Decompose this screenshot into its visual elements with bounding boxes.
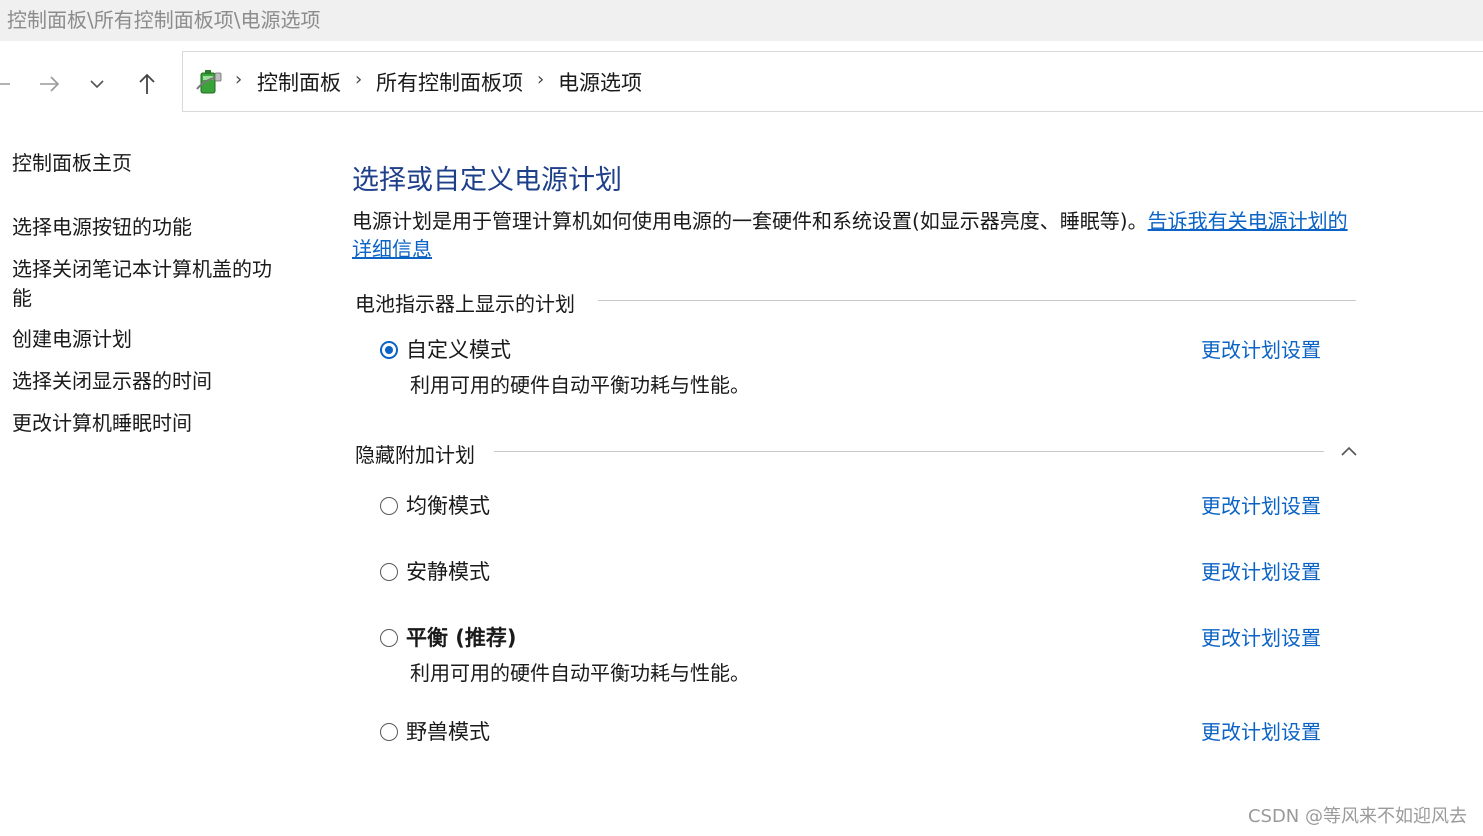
sidebar-item-lid-close-cont[interactable]: 能 bbox=[12, 284, 32, 313]
sidebar-item-display-off[interactable]: 选择关闭显示器的时间 bbox=[12, 367, 212, 396]
window-titlebar: 控制面板\所有控制面板项\电源选项 bbox=[0, 0, 1483, 41]
chevron-up-icon[interactable] bbox=[1338, 441, 1360, 461]
sidebar-item-create-plan[interactable]: 创建电源计划 bbox=[12, 325, 132, 354]
power-options-icon bbox=[195, 67, 223, 97]
breadcrumb-separator: › bbox=[537, 69, 545, 90]
plan-radio-quiet[interactable] bbox=[380, 563, 398, 581]
sidebar-item-lid-close[interactable]: 选择关闭笔记本计算机盖的功 bbox=[12, 255, 272, 284]
watermark: CSDN @等风来不如迎风去 bbox=[1247, 806, 1467, 827]
plan-name-balanced-recommended[interactable]: 平衡 (推荐) bbox=[406, 622, 517, 652]
chevron-down-icon[interactable] bbox=[82, 69, 112, 99]
sidebar-item-power-button[interactable]: 选择电源按钮的功能 bbox=[12, 213, 192, 242]
change-plan-settings-balanced-mode[interactable]: 更改计划设置 bbox=[1201, 490, 1321, 519]
breadcrumb-item-control-panel[interactable]: 控制面板 bbox=[257, 67, 341, 97]
address-bar[interactable]: › 控制面板 › 所有控制面板项 › 电源选项 bbox=[182, 51, 1483, 112]
breadcrumb-item-all-items[interactable]: 所有控制面板项 bbox=[376, 67, 523, 97]
description-text: 电源计划是用于管理计算机如何使用电源的一套硬件和系统设置(如显示器亮度、睡眠等)… bbox=[352, 209, 1148, 233]
plan-desc-balanced-recommended: 利用可用的硬件自动平衡功耗与性能。 bbox=[410, 661, 750, 685]
window-title: 控制面板\所有控制面板项\电源选项 bbox=[7, 8, 321, 32]
page-title: 选择或自定义电源计划 bbox=[352, 165, 622, 196]
change-plan-settings-beast[interactable]: 更改计划设置 bbox=[1201, 716, 1321, 745]
change-plan-settings-custom[interactable]: 更改计划设置 bbox=[1201, 334, 1321, 363]
page-description: 电源计划是用于管理计算机如何使用电源的一套硬件和系统设置(如显示器亮度、睡眠等)… bbox=[352, 207, 1362, 263]
plan-desc-custom: 利用可用的硬件自动平衡功耗与性能。 bbox=[410, 373, 750, 397]
change-plan-settings-balanced-recommended[interactable]: 更改计划设置 bbox=[1201, 622, 1321, 651]
sidebar-item-home[interactable]: 控制面板主页 bbox=[12, 149, 132, 178]
plan-radio-balanced-mode[interactable] bbox=[380, 497, 398, 515]
breadcrumb-item-power-options[interactable]: 电源选项 bbox=[558, 67, 642, 97]
breadcrumb-separator: › bbox=[235, 69, 243, 90]
plan-name-beast[interactable]: 野兽模式 bbox=[406, 716, 490, 746]
plan-name-custom[interactable]: 自定义模式 bbox=[406, 334, 511, 364]
group-divider bbox=[598, 300, 1356, 301]
plan-name-quiet[interactable]: 安静模式 bbox=[406, 556, 490, 586]
arrow-left-icon[interactable] bbox=[0, 69, 16, 99]
group-header-battery: 电池指示器上显示的计划 bbox=[355, 292, 575, 316]
plan-radio-beast[interactable] bbox=[380, 723, 398, 741]
group-divider bbox=[494, 451, 1324, 452]
plan-radio-custom[interactable] bbox=[380, 341, 398, 359]
sidebar-item-sleep-time[interactable]: 更改计算机睡眠时间 bbox=[12, 409, 192, 438]
plan-radio-balanced-recommended[interactable] bbox=[380, 629, 398, 647]
group-header-hidden: 隐藏附加计划 bbox=[355, 443, 475, 467]
plan-name-balanced-mode[interactable]: 均衡模式 bbox=[406, 490, 490, 520]
arrow-up-icon[interactable] bbox=[132, 69, 162, 99]
change-plan-settings-quiet[interactable]: 更改计划设置 bbox=[1201, 556, 1321, 585]
navigation-bar: › 控制面板 › 所有控制面板项 › 电源选项 bbox=[0, 41, 1483, 122]
arrow-right-icon[interactable] bbox=[34, 69, 64, 99]
breadcrumb-separator: › bbox=[355, 69, 363, 90]
